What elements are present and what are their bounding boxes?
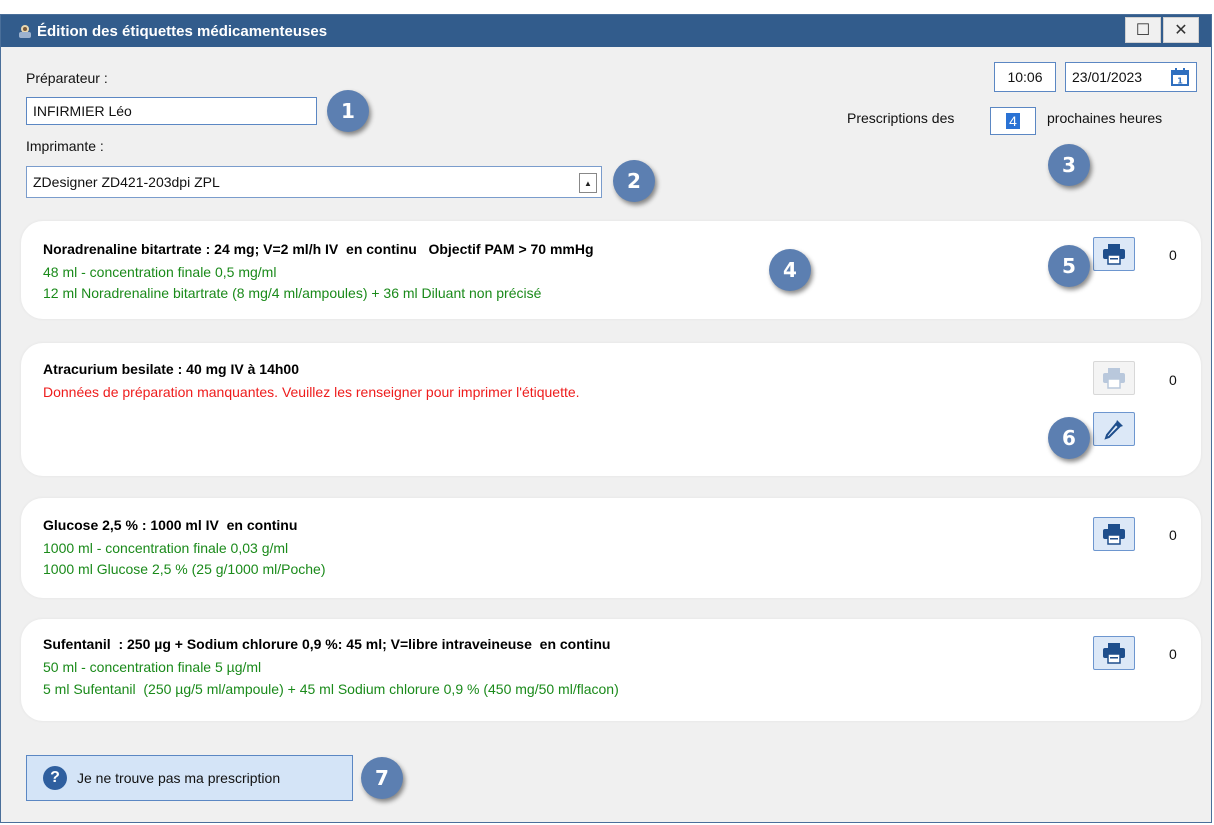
prescriptions-suffix-label: prochaines heures (1047, 110, 1163, 126)
edit-preparation-button[interactable] (1093, 412, 1135, 446)
close-button[interactable]: ✕ (1163, 17, 1199, 43)
prescription-card: Sufentanil : 250 µg + Sodium chlorure 0,… (21, 619, 1201, 721)
prescription-composition: 1000 ml Glucose 2,5 % (25 g/1000 ml/Poch… (43, 561, 326, 577)
prescription-composition: 12 ml Noradrenaline bitartrate (8 mg/4 m… (43, 285, 542, 301)
print-button[interactable] (1093, 517, 1135, 551)
printer-icon (1103, 643, 1125, 664)
help-icon: ? (43, 766, 67, 790)
hours-input[interactable]: 4 (990, 107, 1036, 135)
prescription-concentration: 1000 ml - concentration finale 0,03 g/ml (43, 540, 289, 556)
preparer-input[interactable]: INFIRMIER Léo (26, 97, 317, 125)
calendar-icon[interactable]: 1 (1170, 67, 1190, 87)
printer-icon (1103, 244, 1125, 265)
prescription-title: Noradrenaline bitartrate : 24 mg; V=2 ml… (43, 241, 594, 257)
callout-badge-3: 3 (1048, 144, 1090, 186)
print-count: 0 (1169, 646, 1177, 662)
callout-badge-6: 6 (1048, 417, 1090, 459)
printer-icon (1103, 368, 1125, 389)
prescription-concentration: 48 ml - concentration finale 0,5 mg/ml (43, 264, 277, 280)
top-margin (0, 0, 1214, 14)
prescription-title: Atracurium besilate : 40 mg IV à 14h00 (43, 361, 299, 377)
printer-select[interactable]: ZDesigner ZD421-203dpi ZPL ▲ (26, 166, 602, 198)
missing-data-warning: Données de préparation manquantes. Veuil… (43, 384, 580, 400)
window-title: Édition des étiquettes médicamenteuses (37, 23, 328, 40)
printer-value: ZDesigner ZD421-203dpi ZPL (33, 174, 220, 190)
prescription-card: Glucose 2,5 % : 1000 ml IV en continu 10… (21, 498, 1201, 598)
prescription-title: Glucose 2,5 % : 1000 ml IV en continu (43, 517, 298, 533)
maximize-button[interactable]: ☐ (1125, 17, 1161, 43)
printer-label: Imprimante : (26, 138, 104, 154)
time-input[interactable]: 10:06 (994, 62, 1056, 92)
svg-text:1: 1 (1177, 77, 1183, 86)
prescription-title: Sufentanil : 250 µg + Sodium chlorure 0,… (43, 636, 611, 652)
pipette-icon (1104, 420, 1123, 440)
prescriptions-prefix-label: Prescriptions des (847, 110, 955, 126)
prescription-concentration: 50 ml - concentration finale 5 µg/ml (43, 659, 262, 675)
print-count: 0 (1169, 527, 1177, 543)
printer-icon (1103, 524, 1125, 545)
date-value: 23/01/2023 (1072, 69, 1143, 85)
hours-value: 4 (1006, 113, 1020, 129)
close-icon: ✕ (1174, 22, 1188, 39)
title-bar: Édition des étiquettes médicamenteuses ☐… (1, 15, 1211, 47)
preparer-label: Préparateur : (26, 70, 108, 86)
print-button-disabled[interactable] (1093, 361, 1135, 395)
dropdown-arrow-icon[interactable]: ▲ (579, 173, 597, 193)
print-count: 0 (1169, 247, 1177, 263)
prescription-card: Atracurium besilate : 40 mg IV à 14h00 D… (21, 343, 1201, 476)
print-button[interactable] (1093, 237, 1135, 271)
callout-badge-5: 5 (1048, 245, 1090, 287)
dialog-window: Édition des étiquettes médicamenteuses ☐… (0, 14, 1212, 823)
prescription-composition: 5 ml Sufentanil (250 µg/5 ml/ampoule) + … (43, 681, 619, 697)
callout-badge-4: 4 (769, 249, 811, 291)
callout-badge-2: 2 (613, 160, 655, 202)
print-count: 0 (1169, 372, 1177, 388)
print-button[interactable] (1093, 636, 1135, 670)
callout-badge-1: 1 (327, 90, 369, 132)
time-value: 10:06 (1007, 69, 1043, 85)
prescription-not-found-button[interactable]: ? Je ne trouve pas ma prescription (26, 755, 353, 801)
help-button-label: Je ne trouve pas ma prescription (77, 770, 281, 786)
callout-badge-7: 7 (361, 757, 403, 799)
maximize-icon: ☐ (1135, 22, 1151, 39)
preparer-value: INFIRMIER Léo (33, 103, 132, 119)
prescription-card: Noradrenaline bitartrate : 24 mg; V=2 ml… (21, 221, 1201, 319)
app-icon (19, 25, 31, 38)
